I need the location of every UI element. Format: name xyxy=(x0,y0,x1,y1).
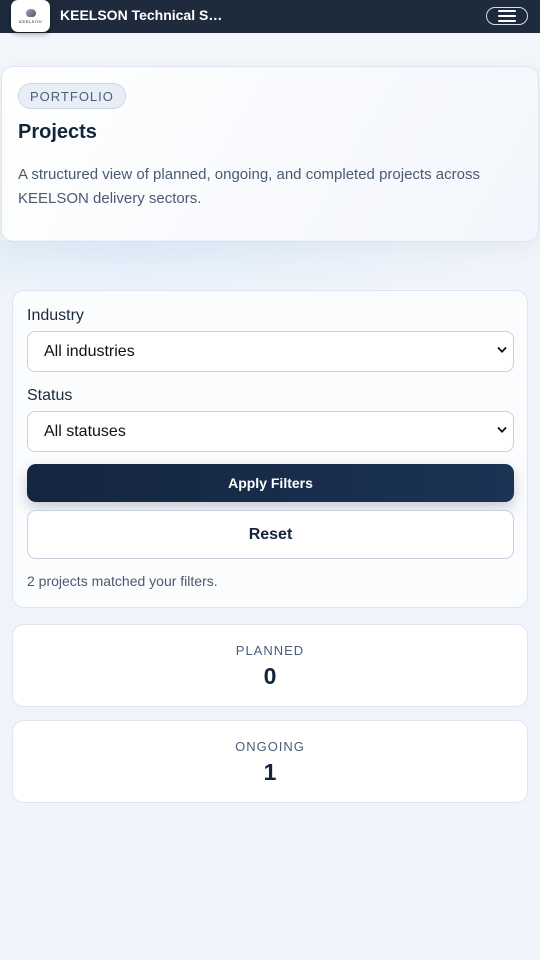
industry-select-value: All industries xyxy=(44,342,135,360)
page-title: Projects xyxy=(18,121,97,143)
top-navigation-bar: KEELSON KEELSON Technical Se... xyxy=(0,0,540,33)
apply-filters-button[interactable]: Apply Filters xyxy=(27,464,514,502)
menu-line xyxy=(498,20,516,22)
stat-label: ONGOING xyxy=(235,739,305,754)
section-chip: PORTFOLIO xyxy=(18,83,126,109)
menu-line xyxy=(498,15,516,17)
stat-value: 0 xyxy=(263,663,277,689)
results-count-text: 2 projects matched your filters. xyxy=(27,573,218,589)
status-select[interactable]: All statuses xyxy=(27,411,514,452)
status-label: Status xyxy=(27,387,73,404)
reset-button[interactable]: Reset xyxy=(27,510,514,559)
chevron-down-icon xyxy=(497,427,507,433)
filter-panel: Industry All industries Status All statu… xyxy=(12,290,528,608)
page-hero-card: PORTFOLIO Projects A structured view of … xyxy=(1,66,539,242)
brand-logo[interactable]: KEELSON xyxy=(11,0,50,32)
status-select-value: All statuses xyxy=(44,422,126,440)
logo-mark-icon xyxy=(25,8,36,17)
brand-name[interactable]: KEELSON Technical Se... xyxy=(60,7,225,23)
industry-label: Industry xyxy=(27,307,84,324)
stat-card-planned: PLANNED 0 xyxy=(12,624,528,707)
stat-value: 1 xyxy=(263,759,277,785)
chevron-down-icon xyxy=(497,347,507,353)
logo-wordmark: KEELSON xyxy=(18,18,43,24)
menu-line xyxy=(498,10,516,12)
stat-label: PLANNED xyxy=(235,643,305,658)
page-description: A structured view of planned, ongoing, a… xyxy=(18,166,480,207)
stat-card-ongoing: ONGOING 1 xyxy=(12,720,528,803)
industry-select[interactable]: All industries xyxy=(27,331,514,372)
hamburger-menu-icon[interactable] xyxy=(486,7,528,25)
